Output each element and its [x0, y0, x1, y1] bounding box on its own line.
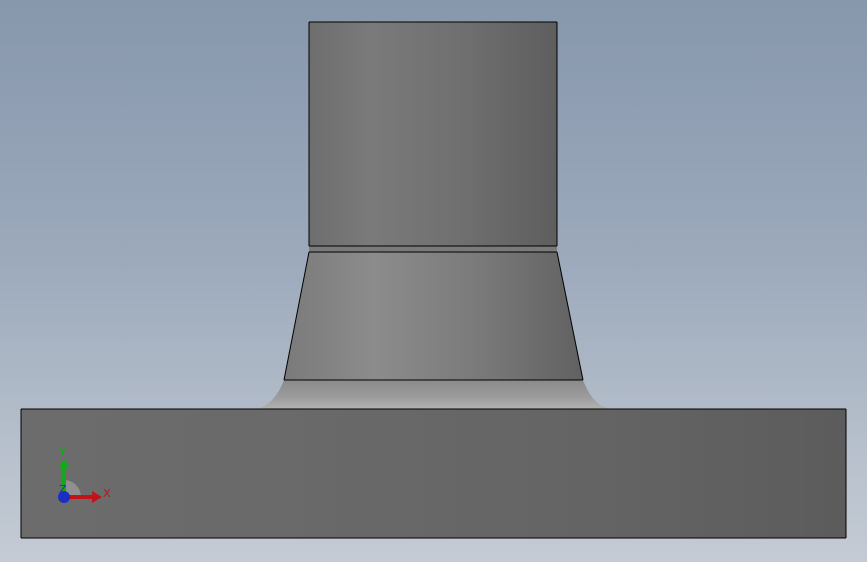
3d-viewport[interactable]: Y X Z: [0, 0, 867, 562]
cylinder-top[interactable]: [309, 22, 557, 246]
tapered-neck[interactable]: [284, 252, 583, 380]
y-axis-arrow: [58, 459, 70, 468]
coordinate-triad: Y X Z: [48, 440, 120, 510]
x-axis-label: X: [103, 487, 111, 500]
x-axis-arrow: [92, 491, 102, 503]
neck-seam-ring[interactable]: [309, 246, 557, 252]
y-axis-label: Y: [58, 445, 66, 458]
base-block[interactable]: [21, 409, 846, 538]
z-axis-label: Z: [59, 483, 67, 496]
part-model[interactable]: [0, 0, 867, 562]
fillet-blend[interactable]: [256, 380, 610, 409]
